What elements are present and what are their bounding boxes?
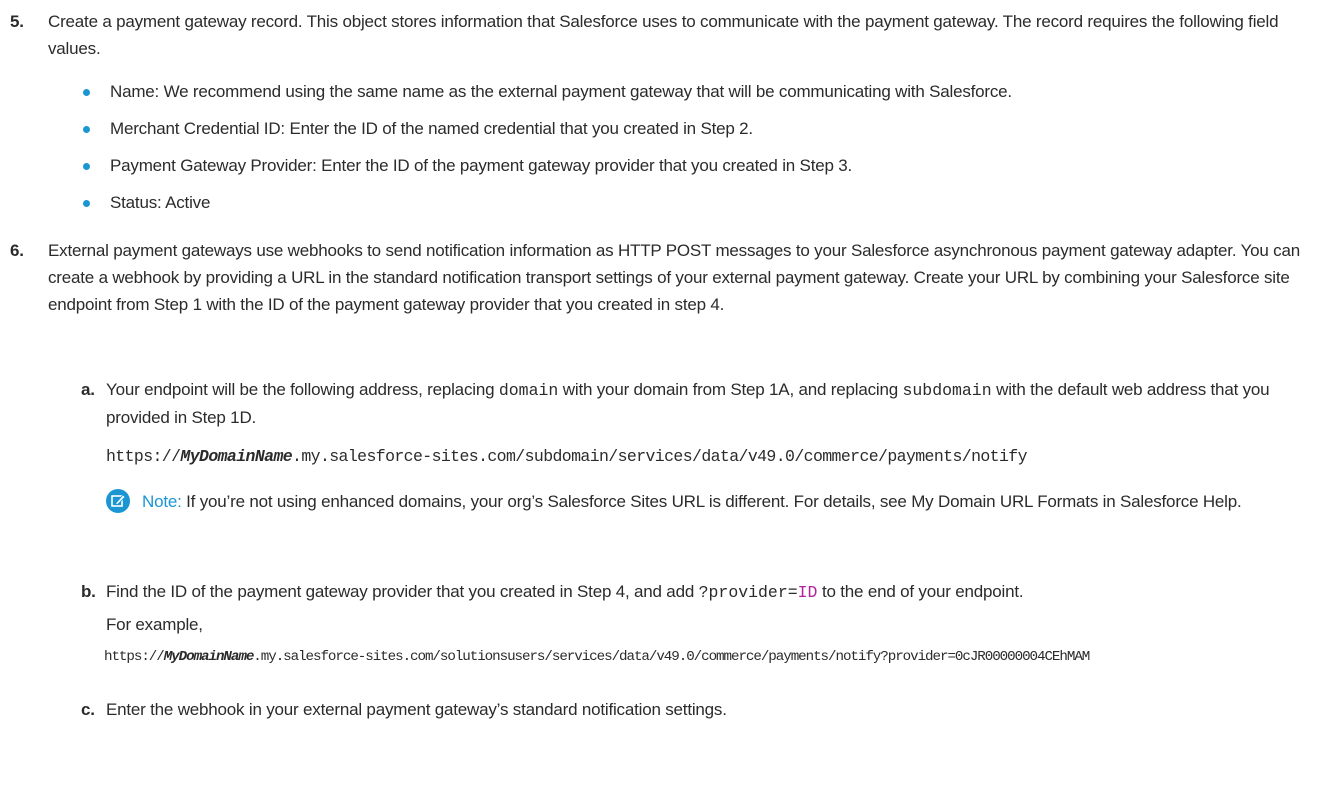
substep-a-text: Your endpoint will be the following addr… (106, 380, 1270, 427)
code-subdomain: subdomain (902, 381, 992, 400)
endpoint-url: https://MyDomainName.my.salesforce-sites… (106, 447, 1027, 466)
bullet-icon (83, 163, 90, 170)
step-number: 6. (10, 241, 24, 260)
pencil-edit-icon (106, 489, 130, 513)
substep-c-text: Enter the webhook in your external payme… (106, 700, 727, 719)
document-page: 5. Create a payment gateway record. This… (0, 0, 1319, 812)
substep-letter: c. (81, 700, 95, 719)
bullet-icon (83, 89, 90, 96)
example-url: https://MyDomainName.my.salesforce-sites… (104, 649, 1090, 665)
note-text: Note: If you’re not using enhanced domai… (142, 492, 1242, 511)
example-label: For example, (106, 615, 203, 634)
substep-letter: b. (81, 582, 96, 601)
bullet-icon (83, 126, 90, 133)
step-number: 5. (10, 12, 24, 31)
list-item: Status: Active (80, 189, 1319, 226)
note-label: Note: (142, 492, 182, 511)
code-domain: domain (498, 381, 559, 400)
substep-letter: a. (81, 380, 95, 399)
code-provider-id: ID (797, 583, 818, 602)
list-item: Payment Gateway Provider: Enter the ID o… (80, 152, 1319, 189)
substep-b-text: Find the ID of the payment gateway provi… (106, 582, 1024, 602)
bullet-icon (83, 200, 90, 207)
list-item: Name: We recommend using the same name a… (80, 78, 1319, 115)
field-values-list: Name: We recommend using the same name a… (80, 78, 1319, 226)
step-6-text: External payment gateways use webhooks t… (48, 241, 1300, 314)
code-provider-param: ?provider= (698, 583, 798, 602)
step-5-text: Create a payment gateway record. This ob… (48, 12, 1279, 58)
list-item: Merchant Credential ID: Enter the ID of … (80, 115, 1319, 152)
